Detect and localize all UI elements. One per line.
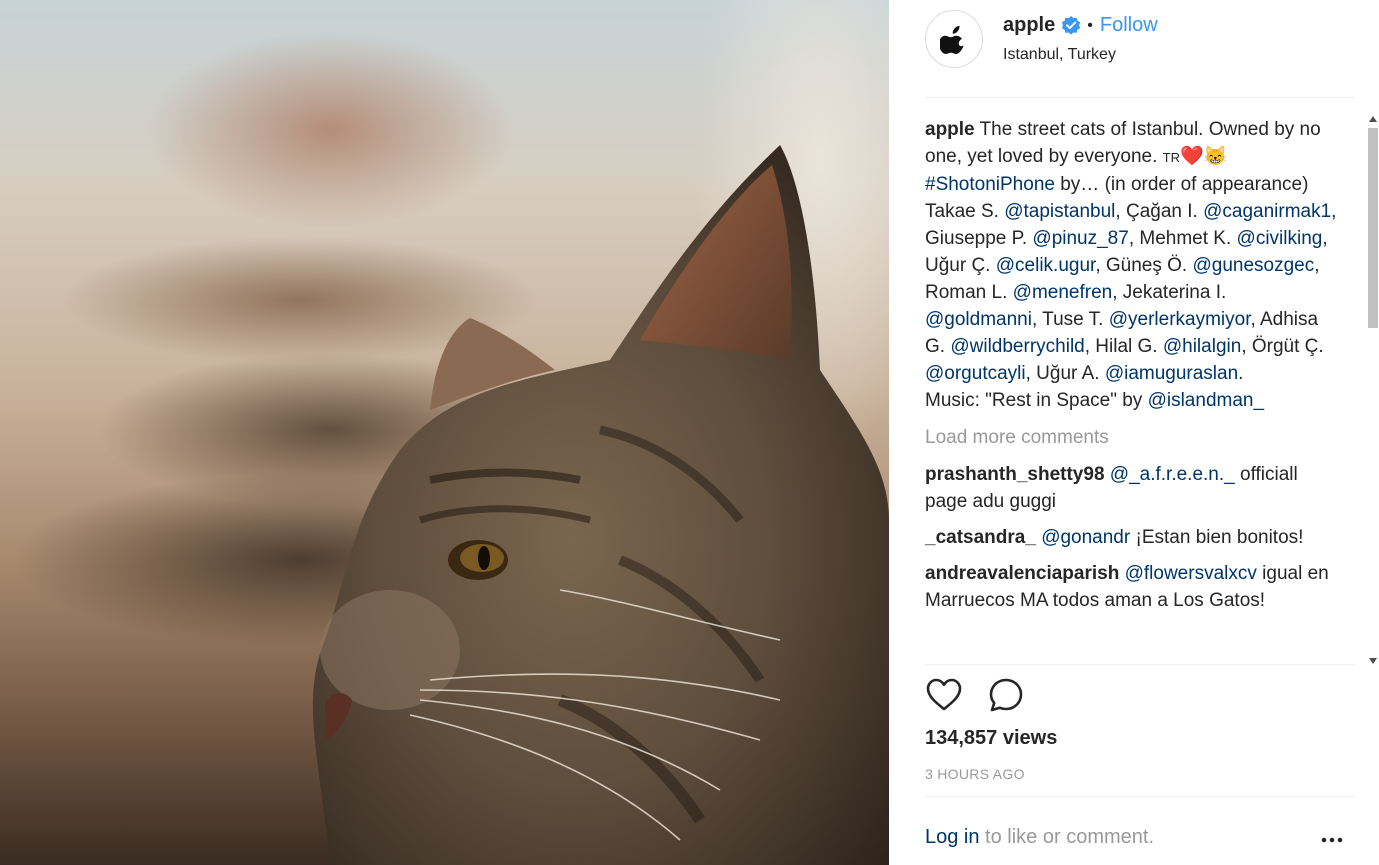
comment-username[interactable]: andreavalenciaparish	[925, 563, 1119, 584]
more-options-icon[interactable]	[1320, 826, 1344, 850]
login-prompt: Log in to like or comment.	[925, 826, 1154, 849]
comment-username[interactable]: _catsandra_	[925, 527, 1036, 548]
post-timestamp[interactable]: 3 HOURS AGO	[925, 766, 1025, 782]
header-divider	[925, 97, 1355, 98]
separator-dot: •	[1087, 16, 1093, 34]
post-photo[interactable]	[0, 0, 889, 865]
mention-link[interactable]: @menefren	[1013, 282, 1113, 303]
scroll-up-arrow-icon[interactable]	[1369, 116, 1377, 122]
mention-link[interactable]: @celik.ugur	[996, 255, 1096, 276]
comment-icon[interactable]	[987, 676, 1025, 714]
heart-icon[interactable]	[925, 676, 963, 714]
comment-item: andreavalenciaparish @flowersvalxcv igua…	[925, 560, 1337, 614]
caption-text: , Güneş Ö.	[1095, 255, 1193, 276]
post-username[interactable]: apple	[1003, 14, 1055, 37]
username-row: apple • Follow	[1003, 14, 1158, 37]
follow-button[interactable]: Follow	[1100, 14, 1158, 37]
view-count[interactable]: 134,857 views	[925, 727, 1057, 750]
comment-item: prashanth_shetty98 @_a.f.r.e.e.n._ offic…	[925, 461, 1337, 515]
mention-link[interactable]: @hilalgin	[1163, 336, 1241, 357]
mention-link[interactable]: @tapistanbul	[1004, 201, 1115, 222]
hashtag-link[interactable]: #ShotoniPhone	[925, 174, 1055, 195]
scroll-thumb[interactable]	[1368, 128, 1378, 328]
mention-link[interactable]: @iamuguraslan	[1105, 363, 1238, 384]
caption-music-text: Music: "Rest in Space" by	[925, 390, 1148, 411]
flag-tr-icon: TR	[1162, 150, 1180, 165]
mention-link[interactable]: @goldmanni	[925, 309, 1032, 330]
mention-link[interactable]: @_a.f.r.e.e.n._	[1110, 464, 1235, 485]
mention-link[interactable]: @islandman_	[1148, 390, 1264, 411]
caption-text: , Jekaterina I.	[1112, 282, 1227, 303]
cat-photo-illustration	[312, 145, 889, 865]
verified-badge-icon	[1061, 15, 1081, 36]
caption-text: The street cats of Istanbul. Owned by no…	[925, 119, 1321, 167]
login-link[interactable]: Log in	[925, 826, 980, 848]
caption-text: , Çağan I.	[1115, 201, 1204, 222]
post-caption: apple The street cats of Istanbul. Owned…	[925, 116, 1337, 414]
comments-scrollbar[interactable]	[1367, 116, 1379, 664]
footer-divider	[925, 796, 1355, 797]
post-header: apple • Follow Istanbul, Turkey	[925, 10, 1355, 96]
mention-link[interactable]: @orgutcayli	[925, 363, 1026, 384]
apple-logo-icon	[940, 25, 964, 54]
caption-text: , Örgüt Ç.	[1241, 336, 1324, 357]
comments-list[interactable]: apple The street cats of Istanbul. Owned…	[925, 116, 1337, 664]
comment-text: ¡Estan bien bonitos!	[1130, 527, 1304, 548]
action-bar	[925, 676, 1025, 720]
mention-link[interactable]: @civilking	[1237, 228, 1323, 249]
mention-link[interactable]: @wildberrychild	[950, 336, 1084, 357]
comment-item: _catsandra_ @gonandr ¡Estan bien bonitos…	[925, 524, 1337, 551]
emoji-heart-cat: ❤️😸	[1180, 146, 1228, 167]
caption-text: , Mehmet K.	[1128, 228, 1237, 249]
comment-username[interactable]: prashanth_shetty98	[925, 464, 1105, 485]
mention-link[interactable]: @caganirmak1	[1203, 201, 1331, 222]
load-more-comments-button[interactable]: Load more comments	[925, 424, 1337, 451]
caption-text: , Tuse T.	[1031, 309, 1109, 330]
actions-divider	[925, 664, 1355, 665]
caption-text: , Hilal G.	[1084, 336, 1163, 357]
mention-link[interactable]: @gunesozgec	[1192, 255, 1314, 276]
scroll-down-arrow-icon[interactable]	[1369, 658, 1377, 664]
mention-link[interactable]: @pinuz_87	[1032, 228, 1128, 249]
caption-text: , Uğur A.	[1025, 363, 1105, 384]
mention-link[interactable]: @gonandr	[1041, 527, 1130, 548]
caption-username[interactable]: apple	[925, 119, 975, 140]
mention-link[interactable]: @flowersvalxcv	[1125, 563, 1257, 584]
login-prompt-text: to like or comment.	[979, 826, 1155, 848]
post-location[interactable]: Istanbul, Turkey	[1003, 46, 1116, 64]
avatar[interactable]	[925, 10, 983, 68]
caption-text: .	[1238, 363, 1244, 384]
mention-link[interactable]: @yerlerkaymiyor	[1109, 309, 1251, 330]
post-side-panel: apple • Follow Istanbul, Turkey apple Th…	[889, 0, 1379, 865]
